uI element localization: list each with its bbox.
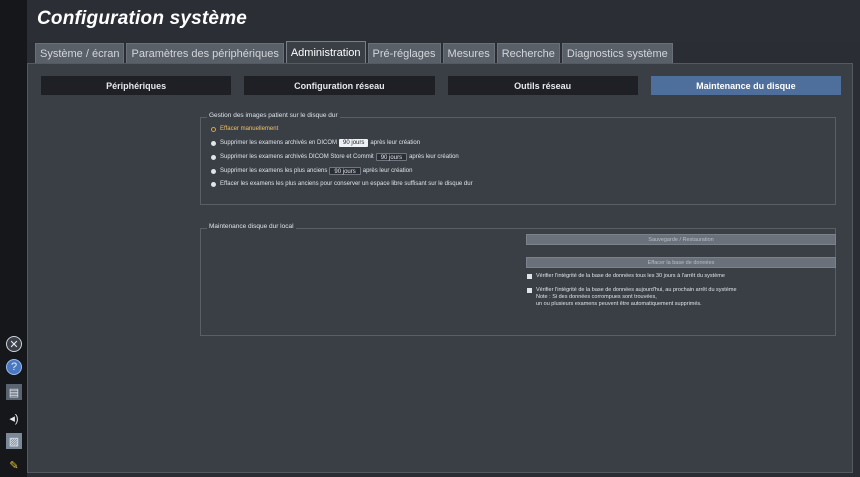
radio-icon[interactable] xyxy=(211,140,216,146)
check-integrity-today[interactable]: Vérifier l'intégrité de la base de donné… xyxy=(527,287,737,308)
brush-icon[interactable]: ✎ xyxy=(6,457,22,473)
patient-images-legend: Gestion des images patient sur le disque… xyxy=(207,112,340,119)
checkbox-icon[interactable] xyxy=(527,288,532,293)
printer-icon[interactable]: ▤ xyxy=(6,384,22,400)
option-delete-oldest[interactable]: Supprimer les examens les plus anciens 9… xyxy=(211,167,412,175)
subtab-disk-maintenance[interactable]: Maintenance du disque xyxy=(650,76,841,95)
volume-icon[interactable]: ◂) xyxy=(6,410,22,426)
main-panel: Périphériques Configuration réseau Outil… xyxy=(27,63,853,473)
header: Configuration système xyxy=(27,0,860,42)
days-field-dicom[interactable]: 90 jours xyxy=(339,139,369,147)
option-free-space[interactable]: Effacer les examens les plus anciens pou… xyxy=(211,181,473,187)
subtab-network-config[interactable]: Configuration réseau xyxy=(244,76,435,95)
patient-images-group: Gestion des images patient sur le disque… xyxy=(200,112,836,205)
checkbox-icon[interactable] xyxy=(527,274,532,279)
note-line-1: Note : Si des données corrompues sont tr… xyxy=(536,294,657,300)
sub-tabs: Périphériques Configuration réseau Outil… xyxy=(41,76,841,95)
option-delete-manually[interactable]: Effacer manuellement xyxy=(211,126,278,132)
backup-restore-button[interactable]: Sauvegarde / Restauration xyxy=(526,234,836,245)
days-field-oldest[interactable]: 90 jours xyxy=(329,167,361,175)
radio-selected-icon[interactable] xyxy=(211,126,216,132)
radio-icon[interactable] xyxy=(211,181,216,187)
tab-system-screen[interactable]: Système / écran xyxy=(35,43,125,63)
main-tabs: Système / écran Paramètres des périphéri… xyxy=(35,41,675,63)
option-delete-dicom-archived[interactable]: Supprimer les examens archivés en DICOM … xyxy=(211,139,420,147)
local-disk-maintenance-group: Maintenance disque dur local Sauvegarde … xyxy=(200,223,836,336)
subtab-network-tools[interactable]: Outils réseau xyxy=(447,76,638,95)
tab-search[interactable]: Recherche xyxy=(496,43,560,63)
option-delete-dicom-store-commit[interactable]: Supprimer les examens archivés DICOM Sto… xyxy=(211,153,459,161)
local-disk-legend: Maintenance disque dur local xyxy=(207,223,296,230)
image-icon[interactable]: ▨ xyxy=(6,433,22,449)
subtab-peripherals[interactable]: Périphériques xyxy=(41,76,232,95)
help-icon[interactable]: ? xyxy=(6,359,22,375)
radio-icon[interactable] xyxy=(211,168,216,174)
tab-administration[interactable]: Administration xyxy=(285,41,366,63)
tab-presets[interactable]: Pré-réglages xyxy=(367,43,441,63)
tab-peripheral-settings[interactable]: Paramètres des périphériques xyxy=(126,43,284,63)
close-circle-icon[interactable]: ✕ xyxy=(6,336,22,352)
radio-icon[interactable] xyxy=(211,154,216,160)
days-field-store-commit[interactable]: 90 jours xyxy=(375,153,408,161)
page-title: Configuration système xyxy=(37,8,248,29)
note-line-2: un ou plusieurs examens peuvent être aut… xyxy=(536,301,702,307)
clear-database-button[interactable]: Effacer la base de données xyxy=(526,257,836,268)
left-toolbar: ✕ ? ▤ ◂) ▨ ✎ xyxy=(0,0,27,477)
tab-system-diagnostics[interactable]: Diagnostics système xyxy=(561,43,673,63)
check-integrity-30-days[interactable]: Vérifier l'intégrité de la base de donné… xyxy=(527,273,725,280)
tab-measurements[interactable]: Mesures xyxy=(442,43,495,63)
